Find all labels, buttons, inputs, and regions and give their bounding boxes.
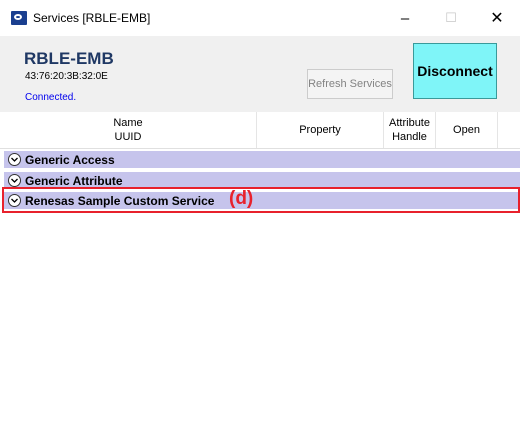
chevron-down-icon[interactable] bbox=[8, 153, 21, 166]
column-name-label: Name bbox=[113, 117, 143, 129]
device-address: 43:76:20:3B:32:0E bbox=[25, 71, 108, 82]
annotation-label: (d) bbox=[229, 188, 254, 209]
column-attribute-handle[interactable]: Attribute Handle bbox=[384, 112, 436, 148]
disconnect-button[interactable]: Disconnect bbox=[413, 43, 497, 99]
column-header: Name UUID Property Attribute Handle Open bbox=[0, 112, 520, 149]
column-open-label: Open bbox=[453, 124, 480, 136]
app-icon bbox=[11, 11, 27, 25]
column-uuid-label: UUID bbox=[114, 131, 142, 143]
close-button[interactable]: ✕ bbox=[474, 0, 520, 36]
title-bar: Services [RBLE-EMB] – ☐ ✕ bbox=[0, 0, 520, 36]
maximize-button[interactable]: ☐ bbox=[428, 0, 474, 36]
minimize-button[interactable]: – bbox=[382, 0, 428, 36]
column-name-uuid[interactable]: Name UUID bbox=[0, 112, 257, 148]
window-title: Services [RBLE-EMB] bbox=[33, 11, 151, 25]
column-handle-label: Handle bbox=[392, 131, 427, 143]
service-row[interactable]: Generic Access bbox=[4, 151, 520, 168]
column-open[interactable]: Open bbox=[436, 112, 498, 148]
refresh-services-button[interactable]: Refresh Services bbox=[307, 69, 393, 99]
annotation-highlight-box bbox=[2, 187, 520, 213]
device-name: RBLE-EMB bbox=[24, 49, 114, 68]
connection-status: Connected. bbox=[25, 92, 77, 103]
column-attribute-label: Attribute bbox=[389, 117, 430, 129]
service-label: Generic Attribute bbox=[25, 173, 123, 188]
service-label: Generic Access bbox=[25, 152, 115, 167]
chevron-down-icon[interactable] bbox=[8, 174, 21, 187]
device-header: RBLE-EMB 43:76:20:3B:32:0E Connected. Re… bbox=[0, 36, 520, 112]
column-property[interactable]: Property bbox=[257, 112, 384, 148]
column-property-label: Property bbox=[299, 124, 341, 136]
